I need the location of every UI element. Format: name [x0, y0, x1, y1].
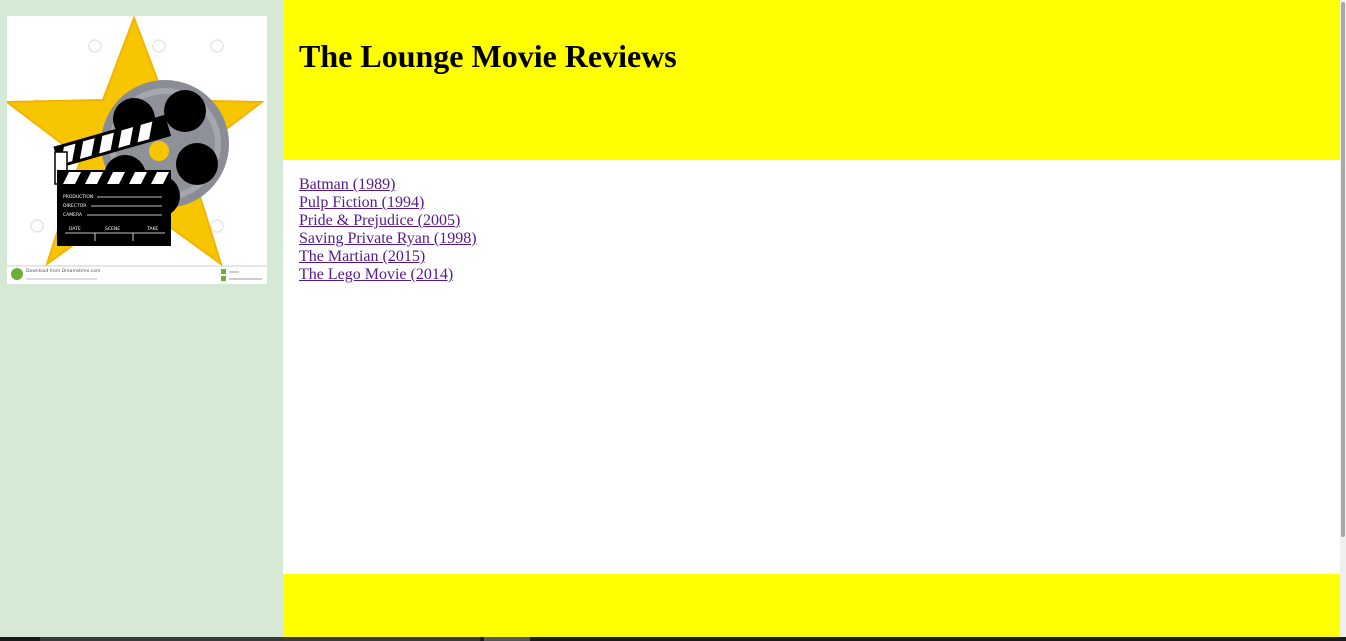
main-content: Batman (1989) Pulp Fiction (1994) Pride … — [283, 160, 1340, 574]
list-item: Saving Private Ryan (1998) — [299, 230, 477, 248]
sidebar: PRODUCTION DIRECTOR CAMERA DATE SCENE TA… — [0, 0, 283, 641]
site-footer — [283, 574, 1340, 641]
page-title: The Lounge Movie Reviews — [299, 38, 677, 74]
slate-take-label: TAKE — [146, 226, 158, 232]
list-item: The Lego Movie (2014) — [299, 266, 477, 284]
page: PRODUCTION DIRECTOR CAMERA DATE SCENE TA… — [0, 0, 1346, 641]
logo-watermark-text: Download from Dreamstime.com — [26, 268, 100, 274]
movie-star-clapperboard-icon: PRODUCTION DIRECTOR CAMERA DATE SCENE TA… — [7, 16, 267, 284]
review-link-the-lego-movie[interactable]: The Lego Movie (2014) — [299, 266, 453, 283]
slate-date-label: DATE — [69, 226, 81, 232]
list-item: Batman (1989) — [299, 176, 477, 194]
scrollbar-thumb[interactable] — [1341, 2, 1345, 537]
taskbar-segment — [484, 637, 530, 641]
list-item: The Martian (2015) — [299, 248, 477, 266]
taskbar-segment — [40, 637, 480, 641]
slate-scene-label: SCENE — [105, 226, 120, 232]
site-header: The Lounge Movie Reviews — [283, 0, 1340, 160]
review-link-saving-private-ryan[interactable]: Saving Private Ryan (1998) — [299, 230, 477, 247]
vertical-scrollbar[interactable] — [1340, 0, 1346, 641]
site-logo: PRODUCTION DIRECTOR CAMERA DATE SCENE TA… — [7, 16, 267, 284]
list-item: Pulp Fiction (1994) — [299, 194, 477, 212]
review-link-pride-prejudice[interactable]: Pride & Prejudice (2005) — [299, 212, 460, 229]
slate-production-label: PRODUCTION — [63, 194, 93, 200]
slate-camera-label: CAMERA — [63, 212, 83, 218]
review-link-batman[interactable]: Batman (1989) — [299, 176, 395, 193]
slate-director-label: DIRECTOR — [63, 203, 86, 209]
taskbar-strip — [0, 637, 1346, 641]
list-item: Pride & Prejudice (2005) — [299, 212, 477, 230]
review-link-the-martian[interactable]: The Martian (2015) — [299, 248, 425, 265]
review-link-list: Batman (1989) Pulp Fiction (1994) Pride … — [299, 176, 477, 284]
review-link-pulp-fiction[interactable]: Pulp Fiction (1994) — [299, 194, 424, 211]
